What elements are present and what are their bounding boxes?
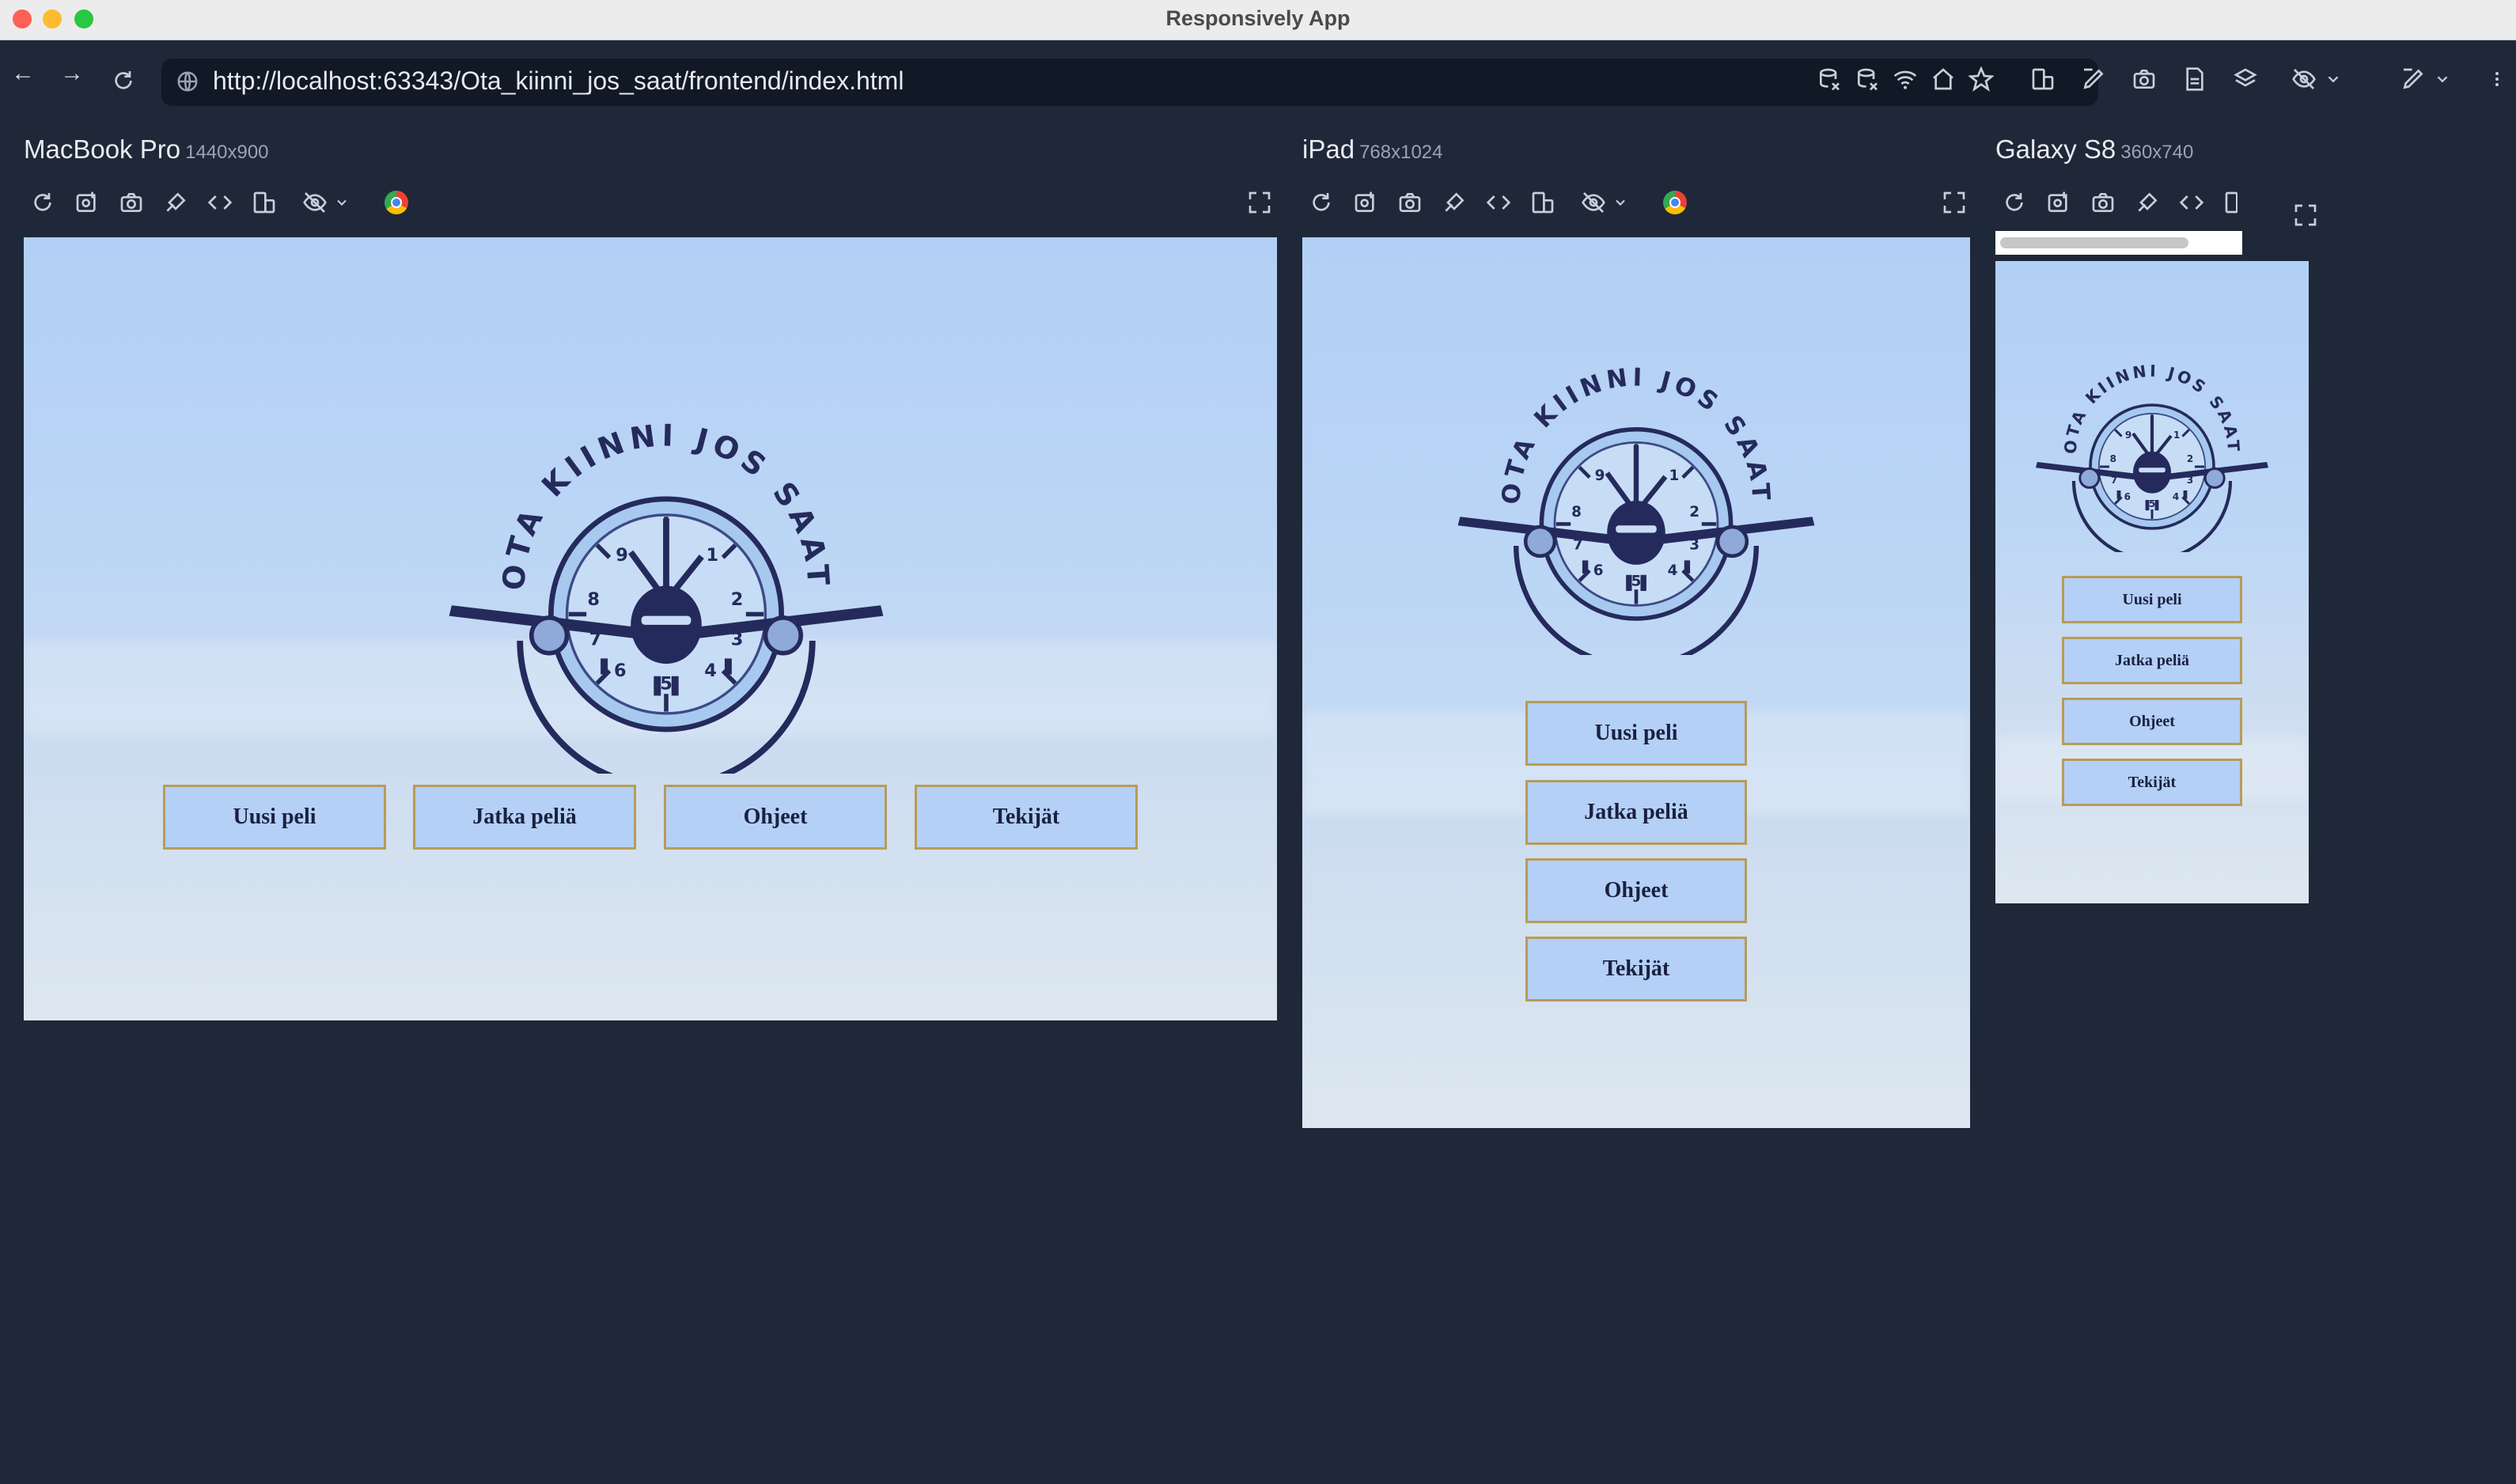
horizontal-scrollbar[interactable]	[1995, 231, 2242, 255]
address-bar[interactable]: http://localhost:63343/Ota_kiinni_jos_sa…	[161, 59, 2098, 106]
bookmark-star-icon[interactable]	[1968, 66, 1994, 92]
rotate-icon[interactable]	[2223, 190, 2237, 215]
new-game-button[interactable]: Uusi peli	[2062, 576, 2242, 623]
inspect-icon[interactable]	[1442, 190, 1467, 215]
layers-icon[interactable]	[2233, 66, 2258, 92]
screenshot-all-icon[interactable]	[2131, 66, 2157, 92]
forward-icon[interactable]: →	[60, 62, 84, 85]
device-name: Galaxy S8	[1995, 134, 2116, 164]
code-icon[interactable]	[2179, 190, 2204, 215]
instructions-button[interactable]: Ohjeet	[1525, 858, 1747, 923]
inspect-icon[interactable]	[163, 190, 188, 215]
device-resolution: 1440x900	[185, 142, 269, 163]
instructions-button[interactable]: Ohjeet	[664, 785, 887, 850]
inspect-icon[interactable]	[2135, 190, 2160, 215]
continue-game-button[interactable]: Jatka peliä	[1525, 780, 1747, 845]
viewport-ipad[interactable]: Uusi peli Jatka peliä Ohjeet Tekijät	[1302, 237, 1970, 1128]
clear-cache-icon[interactable]	[1855, 66, 1880, 92]
inspect-mode-icon[interactable]	[2081, 66, 2106, 92]
device-label-ipad: iPad 768x1024	[1302, 134, 1443, 165]
game-logo	[445, 419, 888, 774]
game-logo	[1454, 364, 1818, 655]
game-logo	[2033, 362, 2271, 552]
scrollbar-thumb[interactable]	[2000, 237, 2188, 248]
chevron-down-icon[interactable]	[2434, 66, 2451, 92]
reload-icon[interactable]	[111, 68, 136, 93]
window-title: Responsively App	[1165, 6, 1351, 30]
document-icon[interactable]	[2182, 66, 2207, 92]
device-resolution: 768x1024	[1359, 142, 1443, 163]
chrome-icon[interactable]	[1663, 191, 1687, 214]
screenshot-full-icon[interactable]	[74, 190, 100, 215]
window-titlebar: Responsively App	[0, 0, 2516, 40]
hide-css-icon[interactable]	[2291, 66, 2317, 92]
rotate-icon[interactable]	[1530, 190, 1555, 215]
code-icon[interactable]	[1486, 190, 1511, 215]
rotate-icon[interactable]	[252, 190, 277, 215]
camera-icon[interactable]	[1397, 190, 1423, 215]
viewport-galaxy[interactable]: Uusi peli Jatka peliä Ohjeet Tekijät	[1995, 261, 2309, 903]
fullscreen-icon[interactable]	[1942, 190, 1967, 215]
screenshot-full-icon[interactable]	[1353, 190, 1378, 215]
back-icon[interactable]: ←	[11, 62, 35, 85]
instructions-button[interactable]: Ohjeet	[2062, 698, 2242, 745]
new-game-button[interactable]: Uusi peli	[1525, 701, 1747, 766]
chevron-down-icon[interactable]	[334, 190, 350, 215]
url-text[interactable]: http://localhost:63343/Ota_kiinni_jos_sa…	[213, 66, 904, 96]
chevron-down-icon[interactable]	[2325, 66, 2342, 92]
screenshot-full-icon[interactable]	[2046, 190, 2071, 215]
reload-icon[interactable]	[1309, 190, 1334, 215]
hide-icon[interactable]	[302, 190, 328, 215]
device-name: MacBook Pro	[24, 134, 181, 164]
credits-button[interactable]: Tekijät	[1525, 937, 1747, 1001]
credits-button[interactable]: Tekijät	[915, 785, 1138, 850]
viewport-macbook[interactable]: Uusi peli Jatka peliä Ohjeet Tekijät	[24, 237, 1277, 1020]
hide-icon[interactable]	[1581, 190, 1606, 215]
globe-icon	[177, 71, 198, 92]
rotate-all-icon[interactable]	[2030, 66, 2056, 92]
device-label-galaxy: Galaxy S8 360x740	[1995, 134, 2193, 165]
preview-layout-icon[interactable]	[2400, 66, 2426, 92]
new-game-button[interactable]: Uusi peli	[163, 785, 386, 850]
reload-icon[interactable]	[30, 190, 55, 215]
reload-icon[interactable]	[2002, 190, 2027, 215]
continue-game-button[interactable]: Jatka peliä	[413, 785, 636, 850]
device-toolbar-macbook	[30, 190, 1272, 217]
camera-icon[interactable]	[119, 190, 144, 215]
device-name: iPad	[1302, 134, 1355, 164]
credits-button[interactable]: Tekijät	[2062, 759, 2242, 806]
device-toolbar-galaxy	[2002, 190, 2334, 217]
more-menu-icon[interactable]	[2488, 66, 2507, 92]
continue-game-button[interactable]: Jatka peliä	[2062, 637, 2242, 684]
chrome-icon[interactable]	[385, 191, 408, 214]
device-label-macbook: MacBook Pro 1440x900	[24, 134, 269, 165]
code-icon[interactable]	[207, 190, 233, 215]
network-icon[interactable]	[1893, 66, 1918, 92]
device-toolbar-ipad	[1309, 190, 1965, 217]
chevron-down-icon[interactable]	[1612, 190, 1628, 215]
fullscreen-icon[interactable]	[2293, 203, 2318, 228]
device-resolution: 360x740	[2120, 142, 2194, 163]
home-icon[interactable]	[1931, 66, 1956, 92]
fullscreen-icon[interactable]	[1247, 190, 1272, 215]
clear-storage-icon[interactable]	[1817, 66, 1842, 92]
camera-icon[interactable]	[2090, 190, 2116, 215]
